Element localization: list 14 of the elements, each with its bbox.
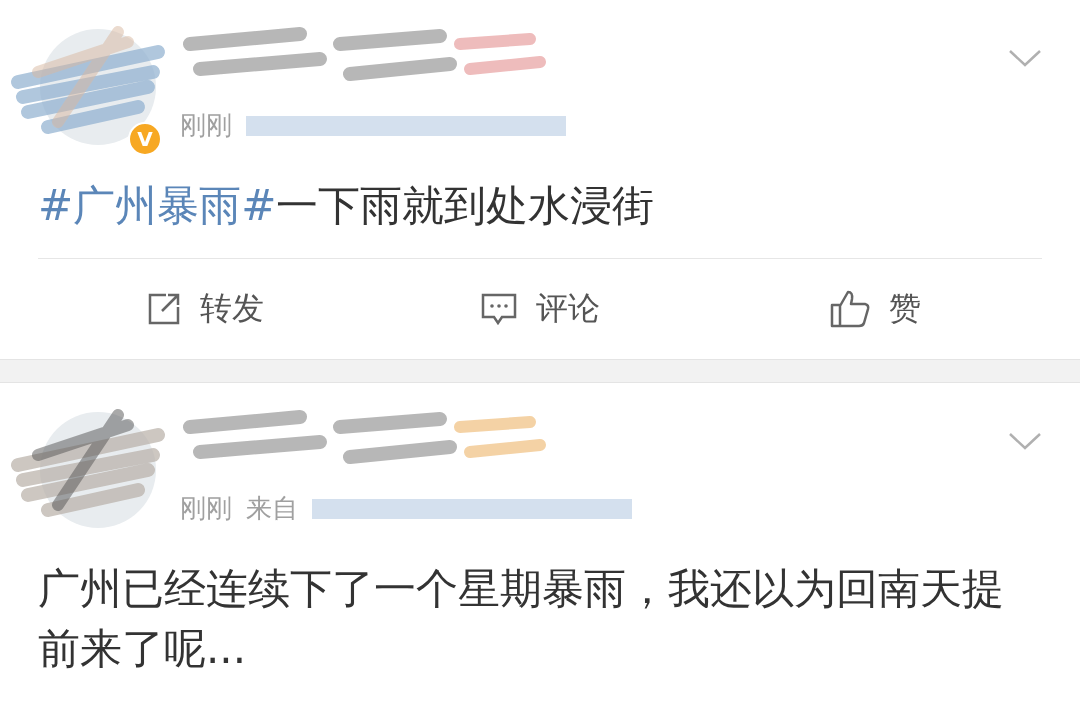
thumbs-up-icon <box>828 289 871 329</box>
repost-button[interactable]: 转发 <box>38 277 373 341</box>
comment-button[interactable]: 评论 <box>372 277 708 341</box>
like-button[interactable]: 赞 <box>707 277 1042 341</box>
comment-icon <box>480 291 518 327</box>
chevron-down-icon[interactable] <box>1008 431 1042 451</box>
post-text: #广州暴雨#一下雨就到处水浸街 <box>38 180 656 232</box>
hashtag-link[interactable]: #广州暴雨# <box>38 181 277 230</box>
post-time: 刚刚 <box>180 492 232 525</box>
post-time: 刚刚 <box>180 109 232 142</box>
verified-badge: V <box>128 122 162 156</box>
chevron-down-icon[interactable] <box>1008 48 1042 68</box>
post-text: 广州已经连续下了一个星期暴雨，我还以为回南天提前来了呢... <box>38 563 1005 675</box>
source-label: 来自 <box>246 492 298 525</box>
